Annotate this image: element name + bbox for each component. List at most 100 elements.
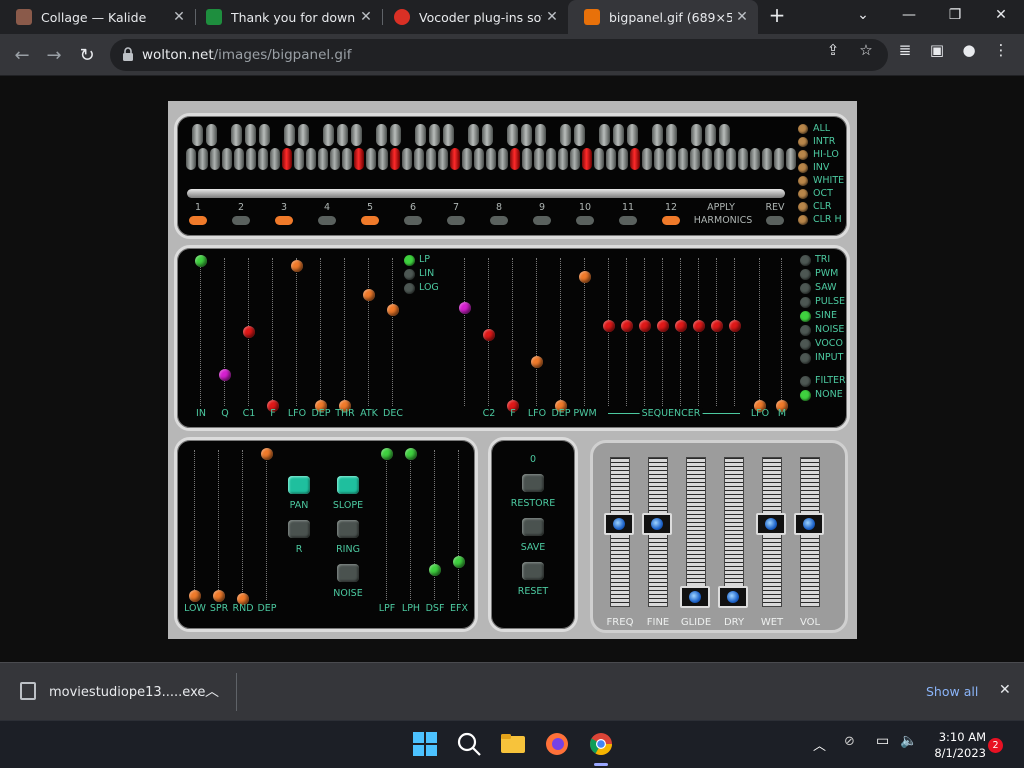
harmonic-key-bottom[interactable]	[390, 148, 400, 170]
harmonic-pill-button[interactable]	[275, 216, 293, 225]
address-bar[interactable]: wolton.net/images/bigpanel.gif	[110, 39, 888, 71]
harmonic-key-top[interactable]	[507, 124, 518, 146]
media-queue-icon[interactable]: ≣	[896, 41, 914, 59]
tab-thank-you[interactable]: Thank you for downloa ✕	[190, 0, 382, 34]
harmonic-key-bottom[interactable]	[234, 148, 244, 170]
harmonic-key-top[interactable]	[705, 124, 716, 146]
side-panel-icon[interactable]: ▣	[928, 41, 946, 59]
harmonic-key-top[interactable]	[298, 124, 309, 146]
harmonic-key-top[interactable]	[231, 124, 242, 146]
rev-button[interactable]	[766, 216, 784, 225]
close-download-bar-icon[interactable]: ✕	[999, 682, 1011, 698]
system-clock[interactable]: 3:10 AM 8/1/2023	[924, 729, 986, 761]
harmonic-pill-button[interactable]	[490, 216, 508, 225]
harmonic-key-bottom[interactable]	[186, 148, 196, 170]
none-led[interactable]	[800, 390, 811, 401]
harmonic-key-bottom[interactable]	[210, 148, 220, 170]
share-icon[interactable]: ⇪	[824, 41, 842, 59]
harmonic-mode-led[interactable]	[798, 137, 808, 147]
harmonic-key-bottom[interactable]	[642, 148, 652, 170]
tab-vocoder[interactable]: Vocoder plug-ins softw ✕	[378, 0, 568, 34]
waveform-led[interactable]	[800, 311, 811, 322]
harmonic-key-bottom[interactable]	[762, 148, 772, 170]
harmonic-key-top[interactable]	[652, 124, 663, 146]
harmonic-key-bottom[interactable]	[342, 148, 352, 170]
restore-button[interactable]: ❐	[932, 0, 978, 30]
close-icon[interactable]: ✕	[542, 9, 562, 25]
ring-button[interactable]	[337, 520, 359, 538]
harmonic-key-bottom[interactable]	[702, 148, 712, 170]
harmonic-key-top[interactable]	[613, 124, 624, 146]
sequencer-knob[interactable]	[711, 320, 723, 332]
harmonic-key-bottom[interactable]	[570, 148, 580, 170]
harmonic-key-bottom[interactable]	[294, 148, 304, 170]
harmonic-key-bottom[interactable]	[582, 148, 592, 170]
harmonic-key-top[interactable]	[284, 124, 295, 146]
slider-knob[interactable]	[531, 356, 543, 368]
harmonic-key-bottom[interactable]	[726, 148, 736, 170]
harmonic-key-top[interactable]	[521, 124, 532, 146]
harmonic-key-bottom[interactable]	[534, 148, 544, 170]
harmonic-key-bottom[interactable]	[366, 148, 376, 170]
restore-button[interactable]	[522, 474, 544, 492]
harmonic-key-top[interactable]	[574, 124, 585, 146]
harmonic-pill-button[interactable]	[189, 216, 207, 225]
harmonic-key-top[interactable]	[627, 124, 638, 146]
pan-button[interactable]	[288, 476, 310, 494]
sequencer-knob[interactable]	[621, 320, 633, 332]
back-button[interactable]: ←	[7, 40, 37, 70]
tab-search-chevron-icon[interactable]: ⌄	[840, 0, 886, 30]
save-button[interactable]	[522, 518, 544, 536]
harmonic-key-bottom[interactable]	[738, 148, 748, 170]
slope-button[interactable]	[337, 476, 359, 494]
new-tab-button[interactable]: +	[760, 0, 794, 30]
harmonic-key-bottom[interactable]	[258, 148, 268, 170]
harmonic-key-top[interactable]	[245, 124, 256, 146]
r-button[interactable]	[288, 520, 310, 538]
sequencer-knob[interactable]	[675, 320, 687, 332]
harmonic-key-bottom[interactable]	[654, 148, 664, 170]
chrome-icon[interactable]	[588, 731, 614, 757]
effect-knob[interactable]	[405, 448, 417, 460]
harmonic-key-bottom[interactable]	[618, 148, 628, 170]
harmonic-key-top[interactable]	[560, 124, 571, 146]
harmonic-pill-button[interactable]	[662, 216, 680, 225]
harmonic-key-top[interactable]	[599, 124, 610, 146]
harmonic-key-bottom[interactable]	[330, 148, 340, 170]
harmonic-key-top[interactable]	[468, 124, 479, 146]
mixer-fader[interactable]	[680, 586, 710, 608]
harmonic-key-bottom[interactable]	[546, 148, 556, 170]
filter-mode-led[interactable]	[404, 269, 415, 280]
download-filename[interactable]: moviestudiope13.....exe	[49, 685, 205, 700]
harmonic-key-bottom[interactable]	[402, 148, 412, 170]
tab-collage[interactable]: Collage — Kalide ✕	[0, 0, 195, 34]
harmonic-key-top[interactable]	[206, 124, 217, 146]
harmonic-key-bottom[interactable]	[378, 148, 388, 170]
mixer-fader[interactable]	[718, 586, 748, 608]
harmonic-key-bottom[interactable]	[606, 148, 616, 170]
waveform-led[interactable]	[800, 283, 811, 294]
slider-knob[interactable]	[483, 329, 495, 341]
speaker-icon[interactable]: 🔈	[900, 733, 917, 749]
spread-knob[interactable]	[261, 448, 273, 460]
effect-knob[interactable]	[381, 448, 393, 460]
harmonic-pill-button[interactable]	[404, 216, 422, 225]
harmonic-mode-led[interactable]	[798, 163, 808, 173]
waveform-led[interactable]	[800, 339, 811, 350]
slider-knob[interactable]	[195, 255, 207, 267]
harmonic-pill-button[interactable]	[318, 216, 336, 225]
harmonic-key-bottom[interactable]	[666, 148, 676, 170]
sequencer-knob[interactable]	[639, 320, 651, 332]
filter-led[interactable]	[800, 376, 811, 387]
harmonic-key-top[interactable]	[535, 124, 546, 146]
harmonic-key-bottom[interactable]	[750, 148, 760, 170]
harmonic-key-bottom[interactable]	[498, 148, 508, 170]
notification-badge[interactable]: 2	[988, 738, 1003, 753]
harmonic-key-bottom[interactable]	[354, 148, 364, 170]
harmonic-key-bottom[interactable]	[594, 148, 604, 170]
harmonic-key-top[interactable]	[259, 124, 270, 146]
network-off-icon[interactable]: ⊘	[844, 734, 855, 749]
harmonic-key-top[interactable]	[666, 124, 677, 146]
harmonic-key-top[interactable]	[192, 124, 203, 146]
harmonic-key-bottom[interactable]	[450, 148, 460, 170]
